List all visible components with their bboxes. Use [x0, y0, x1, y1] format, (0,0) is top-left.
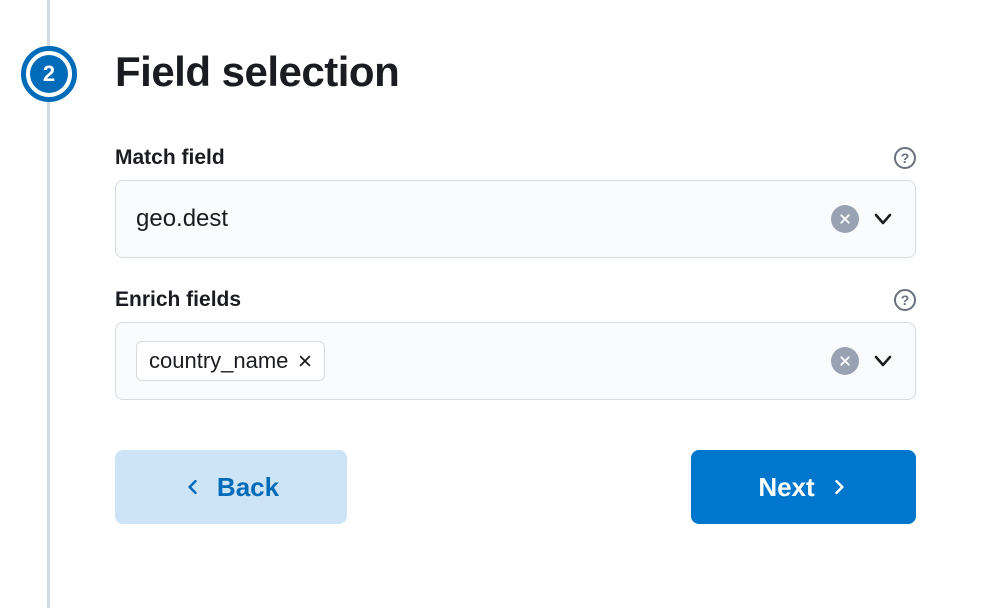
help-icon[interactable]: ? [894, 147, 916, 169]
chevron-down-icon[interactable] [871, 349, 895, 373]
match-field-value: geo.dest [136, 205, 831, 233]
clear-icon[interactable] [831, 205, 859, 233]
next-button-label: Next [758, 472, 814, 503]
clear-icon[interactable] [831, 347, 859, 375]
help-icon[interactable]: ? [894, 289, 916, 311]
chevron-right-icon [829, 477, 849, 497]
chevron-left-icon [183, 477, 203, 497]
enrich-fields-label-row: Enrich fields ? [115, 288, 916, 312]
chip-label: country_name [149, 348, 288, 374]
match-field-input[interactable]: geo.dest [115, 180, 916, 258]
back-button-label: Back [217, 472, 279, 503]
match-field-label: Match field [115, 146, 225, 170]
back-button[interactable]: Back [115, 450, 347, 524]
close-icon[interactable] [298, 354, 312, 368]
enrich-fields-label: Enrich fields [115, 288, 241, 312]
chevron-down-icon[interactable] [871, 207, 895, 231]
enrich-field-chip: country_name [136, 341, 325, 381]
step-indicator-inner: 2 [30, 55, 68, 93]
button-row: Back Next [115, 450, 916, 524]
page-title: Field selection [115, 48, 916, 96]
match-field-group: Match field ? geo.dest [115, 146, 916, 258]
match-field-label-row: Match field ? [115, 146, 916, 170]
step-number: 2 [43, 61, 55, 87]
next-button[interactable]: Next [691, 450, 916, 524]
enrich-fields-group: Enrich fields ? country_name [115, 288, 916, 400]
enrich-fields-input[interactable]: country_name [115, 322, 916, 400]
step-indicator: 2 [21, 46, 77, 102]
